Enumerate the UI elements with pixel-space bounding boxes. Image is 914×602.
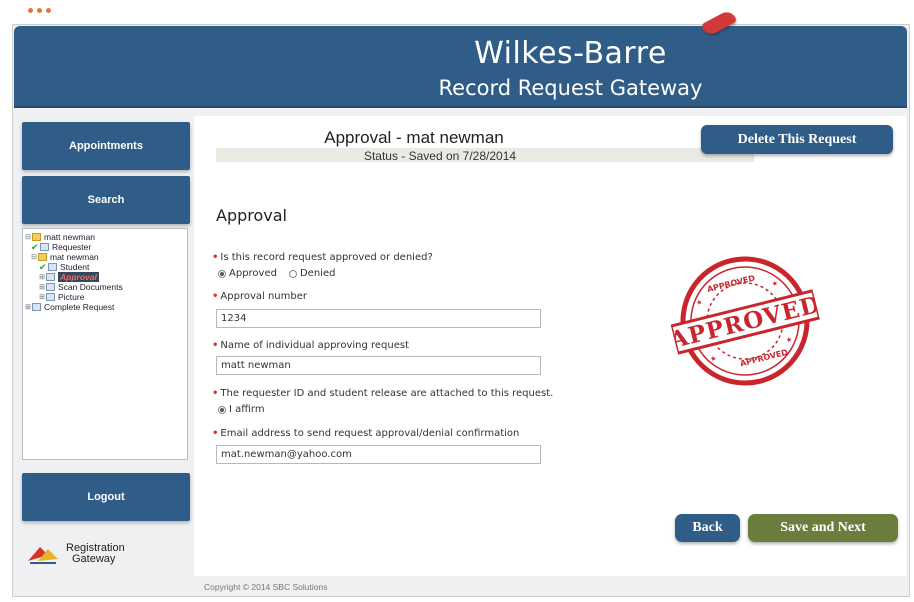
required-marker: • <box>212 340 219 351</box>
document-icon <box>40 243 49 251</box>
approved-radio[interactable] <box>218 269 226 278</box>
required-marker: • <box>212 428 219 439</box>
check-icon: ✔ <box>31 241 39 252</box>
app-header: Wilkes-Barre Record Request Gateway <box>14 26 907 108</box>
collapse-icon[interactable]: ⊟ <box>25 233 31 241</box>
record-tree: ⊟ matt newman ✔ Requester ⊟ mat newman ✔… <box>22 228 188 460</box>
document-icon <box>46 293 55 301</box>
page-title: Approval - mat newman <box>324 128 504 147</box>
back-button[interactable]: Back <box>675 514 740 542</box>
delete-request-button[interactable]: Delete This Request <box>701 125 893 154</box>
registration-gateway-logo: Registration Gateway <box>26 536 186 572</box>
denied-radio-label: Denied <box>299 268 336 279</box>
approval-radio-group: Approved Denied <box>218 268 335 279</box>
section-title: Approval <box>216 206 287 225</box>
svg-text:APPROVED: APPROVED <box>739 348 789 369</box>
tree-node-label: Requester <box>52 242 92 252</box>
email-input[interactable] <box>216 445 541 464</box>
app-subtitle: Record Request Gateway <box>438 76 703 100</box>
tree-node-label: matt newman <box>44 232 96 242</box>
svg-text:★: ★ <box>709 354 717 363</box>
expand-icon[interactable]: ⊞ <box>25 303 31 311</box>
approved-radio-label: Approved <box>229 268 277 279</box>
approval-number-input[interactable] <box>216 309 541 328</box>
affirm-radio[interactable] <box>218 405 226 414</box>
logo-line2: Gateway <box>72 553 116 565</box>
approval-question-text: Is this record request approved or denie… <box>220 252 433 263</box>
expand-icon[interactable]: ⊞ <box>39 273 45 281</box>
tree-node-student[interactable]: ✔ Student <box>25 261 185 273</box>
required-marker: • <box>212 252 219 263</box>
approval-question-label: • Is this record request approved or deni… <box>212 252 433 263</box>
expand-icon[interactable]: ⊞ <box>39 293 45 301</box>
tree-node-matt-newman[interactable]: ⊟ matt newman <box>25 232 185 242</box>
email-text: Email address to send request approval/d… <box>220 428 520 439</box>
logout-button[interactable]: Logout <box>22 473 190 521</box>
tree-node-label: Student <box>60 262 90 272</box>
tree-node-approval[interactable]: ⊞ Approval <box>25 272 185 282</box>
document-icon <box>48 263 57 271</box>
svg-text:★: ★ <box>785 335 793 344</box>
document-icon <box>46 273 55 281</box>
svg-text:★: ★ <box>695 298 703 307</box>
email-label: • Email address to send request approval/… <box>212 428 519 439</box>
status-text: Status - Saved on 7/28/2014 <box>363 149 517 163</box>
approver-name-input[interactable] <box>216 356 541 375</box>
save-and-next-button[interactable]: Save and Next <box>748 514 898 542</box>
required-marker: • <box>212 388 219 399</box>
affirm-label: • The requester ID and student release ar… <box>212 388 553 399</box>
logo-mark-icon <box>26 543 60 565</box>
expand-icon[interactable]: ⊞ <box>39 283 45 291</box>
approval-number-label: • Approval number <box>212 291 307 302</box>
tree-node-label: Scan Documents <box>58 282 123 292</box>
denied-radio[interactable] <box>288 269 297 278</box>
tree-node-scan-documents[interactable]: ⊞ Scan Documents <box>25 282 185 292</box>
tree-node-picture[interactable]: ⊞ Picture <box>25 292 185 302</box>
tree-node-label: Complete Request <box>44 302 115 312</box>
folder-icon <box>38 253 47 261</box>
tree-node-label: Picture <box>58 292 85 302</box>
app-title: Wilkes-Barre <box>474 36 667 71</box>
svg-text:★: ★ <box>771 279 779 288</box>
approver-name-text: Name of individual approving request <box>220 340 410 351</box>
tree-node-label: mat newman <box>50 252 99 262</box>
approval-number-text: Approval number <box>220 291 307 302</box>
copyright-text: Copyright © 2014 SBC Solutions <box>204 582 328 592</box>
folder-icon <box>32 233 41 241</box>
search-button[interactable]: Search <box>22 176 190 224</box>
affirm-radio-group: I affirm <box>218 404 265 415</box>
document-icon <box>32 303 41 311</box>
check-icon: ✔ <box>39 261 47 272</box>
affirm-radio-label: I affirm <box>229 404 265 415</box>
document-icon <box>46 283 55 291</box>
appointments-button[interactable]: Appointments <box>22 122 190 170</box>
collapse-icon[interactable]: ⊟ <box>31 253 37 261</box>
tree-node-label: Approval <box>58 272 99 282</box>
required-marker: • <box>212 291 219 302</box>
tree-node-mat-newman[interactable]: ⊟ mat newman <box>25 252 185 262</box>
tree-node-requester[interactable]: ✔ Requester <box>25 241 185 253</box>
tree-node-complete-request[interactable]: ⊞ Complete Request <box>25 302 185 312</box>
affirm-text: The requester ID and student release are… <box>220 388 554 399</box>
approver-name-label: • Name of individual approving request <box>212 340 409 351</box>
window-dots <box>28 8 51 13</box>
